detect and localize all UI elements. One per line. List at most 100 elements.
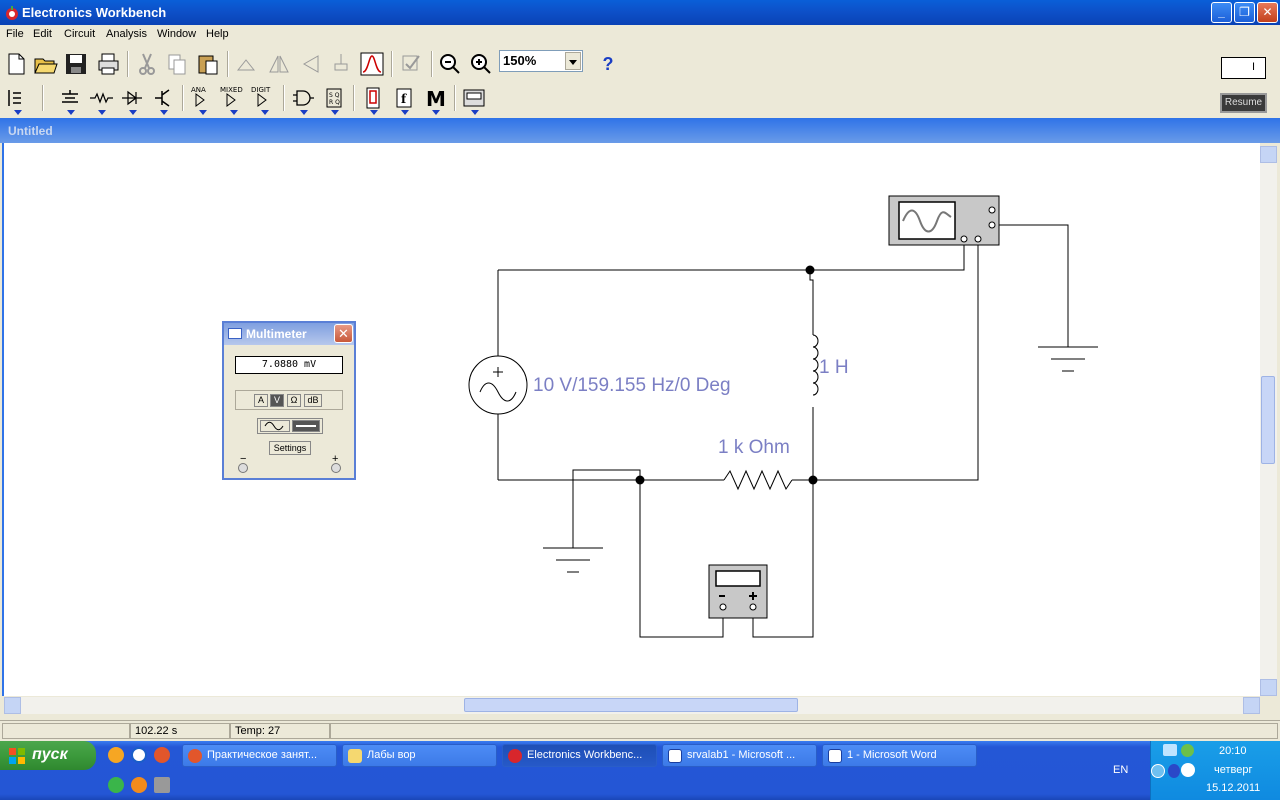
mode-ammeter-button[interactable]: A [254,394,268,407]
svg-text:MIXED: MIXED [220,86,243,94]
favorites-bin-button[interactable] [2,83,32,115]
dc-button[interactable] [292,420,320,432]
task-label: Лабы вор [367,749,416,761]
multimeter-window[interactable]: Multimeter ✕ 7.0880 mV A V Ω dB Settings… [222,321,356,480]
scroll-left-icon[interactable] [4,697,21,714]
circuit-canvas[interactable]: 10 V/159.155 Hz/0 Deg 1 H 1 k Ohm [2,143,1260,696]
task-button-word-1[interactable]: srvalab1 - Microsoft ... [662,744,817,767]
save-button[interactable] [61,49,91,79]
digital-ics-bin-button[interactable]: DIGIT [249,83,279,115]
ac-button[interactable] [260,420,290,432]
maximize-button[interactable]: ❐ [1234,2,1255,23]
bluetooth-icon[interactable] [1168,764,1180,778]
controls-bin-button[interactable]: f [389,83,419,115]
folder-icon [348,749,362,763]
chevron-down-icon[interactable] [565,52,581,70]
multimeter-title-bar[interactable]: Multimeter ✕ [224,323,354,345]
resistor[interactable] [723,469,793,491]
analog-ics-bin-button[interactable]: ANA [187,83,217,115]
inductor[interactable] [812,334,819,396]
component-properties-button[interactable] [326,49,356,79]
instruments-bin-button[interactable] [459,83,489,115]
task-button-word-2[interactable]: 1 - Microsoft Word [822,744,977,767]
quicklaunch-browser-icon[interactable] [131,747,147,763]
graph-button[interactable] [357,49,387,79]
start-button[interactable]: пуск [0,741,96,770]
paste-button[interactable] [193,49,223,79]
new-button[interactable] [1,49,31,79]
zoom-out-button[interactable] [435,49,465,79]
resume-button[interactable]: Resume [1220,93,1267,113]
oscilloscope[interactable] [888,195,1000,246]
task-button-firefox[interactable]: Практическое занят... [182,744,337,767]
quicklaunch-icon-1[interactable] [108,747,124,763]
transistors-bin-button[interactable] [148,83,178,115]
minus-terminal-jack[interactable] [238,463,248,473]
resistor-bin-icon [90,92,113,104]
vertical-scrollbar[interactable] [1260,146,1277,696]
multimeter-mode-group: A V Ω dB [235,390,343,410]
mode-voltmeter-button[interactable]: V [270,394,284,407]
quicklaunch-firefox-icon[interactable] [154,747,170,763]
indicator-icon [366,87,380,109]
minimize-button[interactable]: _ [1211,2,1232,23]
plus-sign [493,367,503,377]
wire-ground-1[interactable] [572,469,641,548]
open-button[interactable] [31,49,61,79]
wire-scope-a[interactable] [810,243,965,271]
help-button[interactable]: ? [593,49,623,79]
copy-button[interactable] [162,49,192,79]
menu-edit[interactable]: Edit [33,28,52,40]
diodes-bin-button[interactable] [117,83,147,115]
clock-time[interactable]: 20:10 [1219,745,1247,757]
hardware-indicator[interactable]: I [1221,57,1266,79]
cut-button[interactable] [132,49,162,79]
word-icon [828,749,842,763]
quicklaunch-icon-5[interactable] [131,777,147,793]
ac-voltage-source[interactable] [468,355,528,415]
wire-inductor-top[interactable] [809,270,814,335]
logic-gates-bin-button[interactable] [288,83,318,115]
zoom-select[interactable]: 150% [499,50,583,72]
digital-bin-button[interactable]: S QR Q [319,83,349,115]
menu-help[interactable]: Help [206,28,229,40]
horizontal-scroll-thumb[interactable] [464,698,798,712]
zoom-in-button[interactable] [466,49,496,79]
mode-ohmmeter-button[interactable]: Ω [287,394,301,407]
scroll-right-icon[interactable] [1243,697,1260,714]
close-button[interactable]: ✕ [1257,2,1278,23]
menu-circuit[interactable]: Circuit [64,28,95,40]
sources-bin-button[interactable] [55,83,85,115]
menu-file[interactable]: File [6,28,24,40]
horizontal-scrollbar[interactable] [4,697,1260,714]
security-icon[interactable] [1181,744,1194,757]
mixed-ics-bin-button[interactable]: MIXED [218,83,248,115]
menu-analysis[interactable]: Analysis [106,28,147,40]
language-indicator[interactable]: EN [1113,764,1128,776]
flip-horizontal-button[interactable] [264,49,294,79]
basic-bin-button[interactable] [86,83,116,115]
network-icon[interactable] [1163,744,1177,756]
task-button-ewb[interactable]: Electronics Workbenc... [502,744,657,767]
wire-scope-ground[interactable] [999,224,1069,347]
miscellaneous-bin-button[interactable]: M [420,83,450,115]
wifi-icon[interactable] [1181,763,1195,777]
multimeter-close-button[interactable]: ✕ [334,324,353,343]
task-button-folder[interactable]: Лабы вор [342,744,497,767]
scroll-down-icon[interactable] [1260,679,1277,696]
indicators-bin-button[interactable] [358,83,388,115]
scroll-up-icon[interactable] [1260,146,1277,163]
vertical-scroll-thumb[interactable] [1261,376,1275,464]
quicklaunch-icon-6[interactable] [154,777,170,793]
print-button[interactable] [93,49,123,79]
flip-vertical-button[interactable] [295,49,325,79]
menu-window[interactable]: Window [157,28,196,40]
multimeter-instrument[interactable] [708,564,768,619]
mode-decibel-button[interactable]: dB [304,394,322,407]
tray-expand-icon[interactable] [1151,764,1165,778]
plus-terminal-jack[interactable] [331,463,341,473]
quicklaunch-icon-4[interactable] [108,777,124,793]
create-subcircuit-button[interactable] [396,49,426,79]
settings-button[interactable]: Settings [269,441,311,455]
rotate-button[interactable] [233,49,263,79]
